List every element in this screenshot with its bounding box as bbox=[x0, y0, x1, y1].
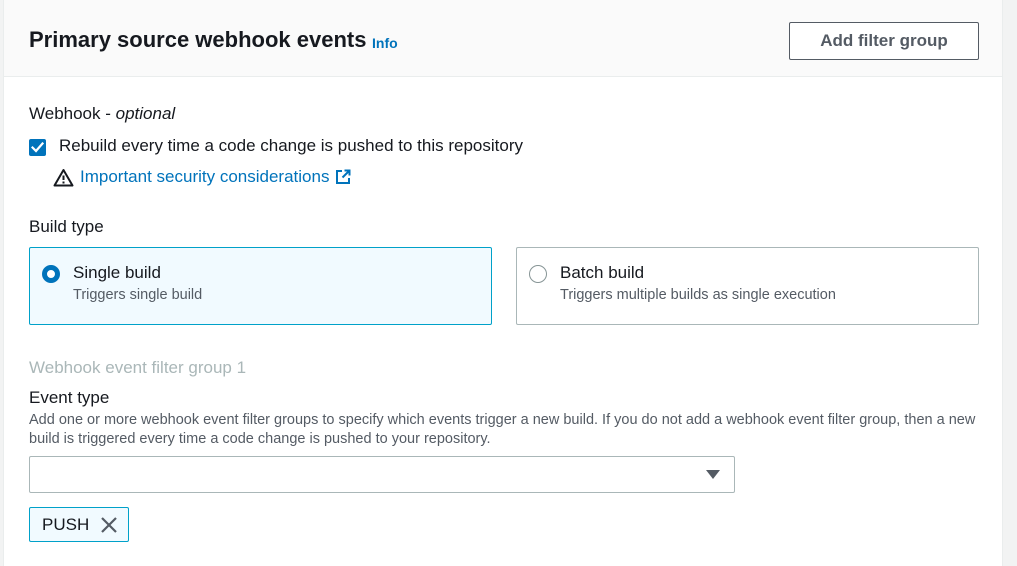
close-icon[interactable] bbox=[100, 516, 118, 534]
webhook-label: Webhook - optional bbox=[29, 104, 176, 123]
caret-down-icon bbox=[706, 470, 720, 479]
batch-build-radio[interactable] bbox=[529, 265, 547, 283]
event-type-token: PUSH bbox=[29, 507, 129, 542]
warning-triangle-icon bbox=[53, 168, 74, 186]
webhook-events-panel: Primary source webhook events Info Add f… bbox=[3, 0, 1003, 566]
build-type-label: Build type bbox=[29, 217, 104, 236]
panel-header: Primary source webhook events Info Add f… bbox=[4, 0, 1002, 77]
rebuild-checkbox-label[interactable]: Rebuild every time a code change is push… bbox=[59, 136, 523, 156]
check-icon bbox=[31, 142, 44, 153]
event-type-label: Event type bbox=[29, 388, 110, 407]
optional-label: optional bbox=[115, 104, 176, 123]
event-type-select[interactable] bbox=[29, 456, 735, 493]
panel-title: Primary source webhook events bbox=[29, 27, 367, 52]
batch-build-description: Triggers multiple builds as single execu… bbox=[560, 287, 836, 303]
add-filter-group-button[interactable]: Add filter group bbox=[789, 22, 979, 60]
security-warning: Important security considerations bbox=[53, 167, 351, 187]
webhook-label-text: Webhook bbox=[29, 104, 101, 123]
info-link[interactable]: Info bbox=[372, 35, 398, 51]
rebuild-checkbox[interactable] bbox=[29, 139, 46, 156]
single-build-tile[interactable]: Single build Triggers single build bbox=[29, 247, 492, 325]
external-link-icon[interactable] bbox=[335, 169, 351, 185]
filter-group-title: Webhook event filter group 1 bbox=[29, 358, 247, 377]
batch-build-title: Batch build bbox=[560, 263, 645, 282]
single-build-title: Single build bbox=[73, 263, 161, 282]
security-considerations-link[interactable]: Important security considerations bbox=[80, 167, 329, 187]
token-label: PUSH bbox=[42, 515, 90, 534]
batch-build-tile[interactable]: Batch build Triggers multiple builds as … bbox=[516, 247, 979, 325]
single-build-radio[interactable] bbox=[42, 265, 60, 283]
single-build-description: Triggers single build bbox=[73, 287, 203, 303]
event-type-description: Add one or more webhook event filter gro… bbox=[29, 412, 976, 447]
